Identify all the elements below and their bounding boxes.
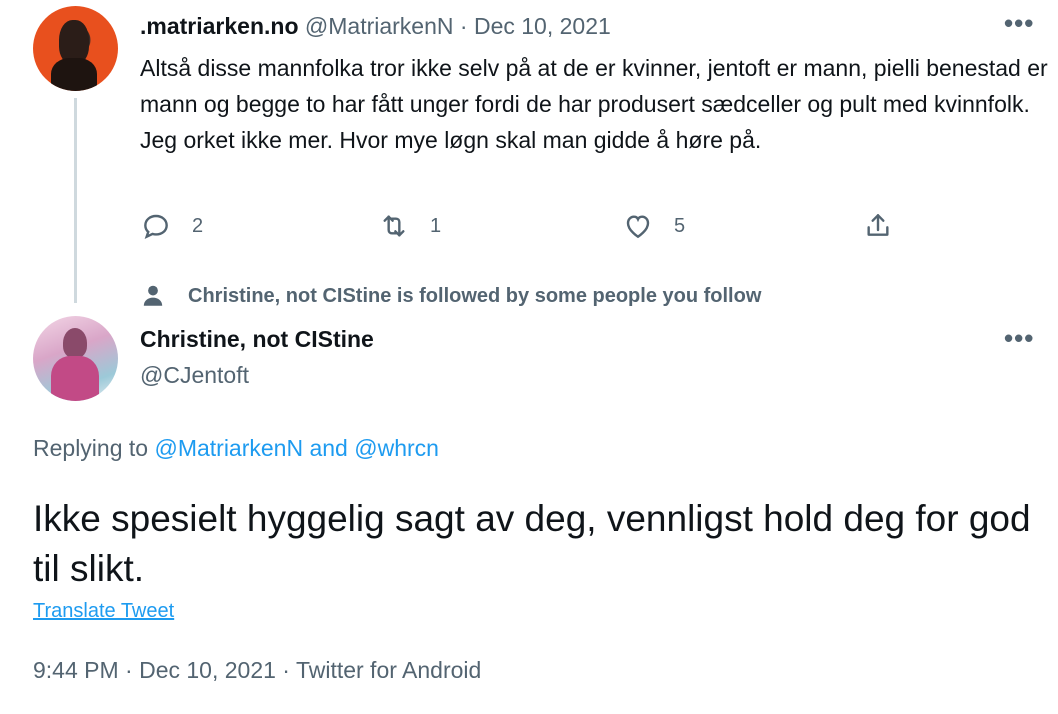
thread-connector-line bbox=[74, 98, 77, 303]
social-context-text[interactable]: Christine, not CIStine is followed by so… bbox=[188, 285, 761, 308]
like-count: 5 bbox=[674, 214, 686, 237]
retweet-button[interactable]: 1 bbox=[378, 210, 441, 242]
heart-icon bbox=[626, 215, 650, 239]
comment-bubble-icon bbox=[144, 214, 168, 239]
avatar-body bbox=[51, 356, 99, 401]
tweet2-timestamp-source[interactable]: 9:44 PM · Dec 10, 2021 · Twitter for And… bbox=[33, 657, 481, 684]
reply-button[interactable]: 2 bbox=[140, 210, 203, 242]
tweet1-date[interactable]: Dec 10, 2021 bbox=[474, 13, 611, 39]
replying-prefix: Replying to bbox=[33, 435, 155, 461]
tweet1-header: .matriarken.no @MatriarkenN · Dec 10, 20… bbox=[140, 13, 611, 40]
tweet1-more-ellipsis-icon[interactable]: ••• bbox=[1004, 8, 1034, 39]
avatar-neck bbox=[51, 58, 97, 91]
tweet2-handle[interactable]: @CJentoft bbox=[140, 362, 249, 389]
share-button[interactable] bbox=[862, 210, 914, 242]
avatar-cjentoft[interactable] bbox=[33, 316, 118, 401]
like-button[interactable]: 5 bbox=[622, 210, 685, 242]
tweet2-text: Ikke spesielt hyggelig sagt av deg, venn… bbox=[33, 498, 1031, 589]
replying-to: Replying to @MatriarkenN and @whrcn bbox=[33, 435, 439, 462]
reply-count: 2 bbox=[192, 214, 204, 237]
tweet1-action-bar: 2 1 5 bbox=[140, 210, 1040, 250]
replying-user-link-1[interactable]: @MatriarkenN bbox=[154, 435, 303, 461]
tweet1-separator: · bbox=[453, 13, 474, 39]
replying-and: and bbox=[303, 435, 355, 461]
share-icon bbox=[867, 214, 889, 236]
tweet1-handle[interactable]: @MatriarkenN bbox=[305, 13, 454, 39]
translate-tweet-link[interactable]: Translate Tweet bbox=[33, 600, 174, 623]
social-context: Christine, not CIStine is followed by so… bbox=[140, 283, 761, 309]
tweet2-display-name[interactable]: Christine, not CIStine bbox=[140, 326, 374, 353]
retweet-icon bbox=[383, 215, 405, 237]
avatar-head bbox=[63, 328, 87, 358]
tweet1-display-name[interactable]: .matriarken.no bbox=[140, 13, 299, 39]
avatar-matriarken[interactable] bbox=[33, 6, 118, 91]
retweet-count: 1 bbox=[430, 214, 442, 237]
tweet2-more-ellipsis-icon[interactable]: ••• bbox=[1004, 323, 1034, 354]
replying-user-link-2[interactable]: @whrcn bbox=[354, 435, 439, 461]
person-icon bbox=[143, 285, 163, 306]
tweet1-text: Altså disse mannfolka tror ikke selv på … bbox=[140, 55, 1048, 153]
